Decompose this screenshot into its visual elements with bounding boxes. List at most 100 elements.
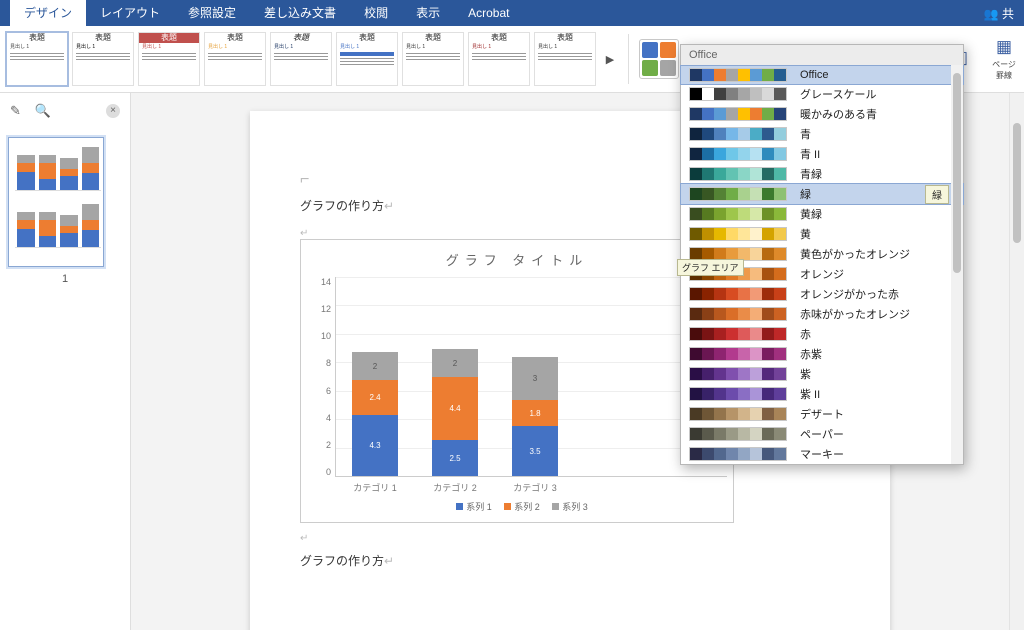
tab-view[interactable]: 表示 xyxy=(402,0,454,26)
vertical-scrollbar[interactable] xyxy=(1009,93,1024,630)
page-thumbnail-1[interactable] xyxy=(8,137,104,267)
tab-references[interactable]: 参照設定 xyxy=(174,0,250,26)
color-swatch-strip xyxy=(689,167,787,181)
color-scheme-label: 暖かみのある青 xyxy=(800,106,955,122)
document-theme-gallery: 表題見出し 1表題見出し 1表題見出し 1表題見出し 1表題見出し 1表題見出し… xyxy=(6,32,596,86)
color-scheme-option[interactable]: 紫 xyxy=(681,364,963,384)
dropdown-section-header: Office xyxy=(681,45,963,66)
chart-title[interactable]: グラフ タイトル xyxy=(307,250,727,269)
color-scheme-label: ペーパー xyxy=(800,426,955,442)
theme-gallery-item[interactable]: 表題見出し 1 xyxy=(468,32,530,86)
mini-chart-icon xyxy=(15,144,101,191)
gallery-more-button[interactable]: ▶ xyxy=(602,32,618,86)
theme-gallery-item[interactable]: 表題見出し 1 xyxy=(6,32,68,86)
page-border-button[interactable]: ▦ ページ 罫線 xyxy=(990,37,1018,81)
theme-gallery-item[interactable]: 表題見出し 1 xyxy=(204,32,266,86)
theme-gallery-item[interactable]: 表題見出し 1 xyxy=(270,32,332,86)
color-swatch-strip xyxy=(689,447,787,461)
color-swatch-strip xyxy=(689,347,787,361)
color-scheme-label: 黄 xyxy=(800,226,955,242)
color-swatch-icon xyxy=(660,42,676,58)
share-button[interactable]: 👥 共 xyxy=(974,5,1024,22)
theme-gallery-item[interactable]: 表題見出し 1 xyxy=(138,32,200,86)
color-swatch-icon xyxy=(642,60,658,76)
color-scheme-label: オレンジ xyxy=(800,266,955,282)
chart-bar[interactable]: 31.83.5 xyxy=(512,357,558,476)
chart-bar[interactable]: 24.42.5 xyxy=(432,349,478,476)
color-scheme-option[interactable]: 青 II xyxy=(681,144,963,164)
color-swatch-icon xyxy=(660,60,676,76)
chart-bars: 22.44.3 24.42.5 31.83.5 xyxy=(335,277,727,477)
share-label: 共 xyxy=(1002,7,1014,21)
color-scheme-label: デザート xyxy=(800,406,955,422)
color-swatch-strip xyxy=(689,327,787,341)
mini-chart-icon xyxy=(15,201,101,248)
color-swatch-strip xyxy=(689,387,787,401)
color-scheme-option[interactable]: ペーパー xyxy=(681,424,963,444)
theme-colors-button[interactable] xyxy=(639,39,679,79)
color-scheme-option[interactable]: デザート xyxy=(681,404,963,424)
chart-bar[interactable]: 22.44.3 xyxy=(352,352,398,476)
color-swatch-strip xyxy=(689,147,787,161)
color-scheme-option[interactable]: 黄緑 xyxy=(681,204,963,224)
color-scheme-option[interactable]: 紫 II xyxy=(681,384,963,404)
theme-gallery-item[interactable]: 表題見出し 1 xyxy=(72,32,134,86)
color-scheme-label: 青 xyxy=(800,126,955,142)
color-swatch-strip xyxy=(689,68,787,82)
color-scheme-option[interactable]: 赤 xyxy=(681,324,963,344)
chart-legend: 系列 1 系列 2 系列 3 xyxy=(307,500,727,513)
dropdown-scrollbar[interactable] xyxy=(951,65,963,464)
color-scheme-label: 赤味がかったオレンジ xyxy=(800,306,955,322)
color-scheme-label: グレースケール xyxy=(800,86,955,102)
tab-review[interactable]: 校閲 xyxy=(350,0,402,26)
color-swatch-strip xyxy=(689,107,787,121)
color-swatch-strip xyxy=(689,187,787,201)
color-scheme-option[interactable]: 緑緑 xyxy=(681,184,963,204)
page-border-icon: ▦ xyxy=(990,37,1018,57)
theme-gallery-item[interactable]: 表題見出し 1 xyxy=(336,32,398,86)
color-scheme-option[interactable]: グレースケール xyxy=(681,84,963,104)
color-scheme-label: 赤紫 xyxy=(800,346,955,362)
tab-mailings[interactable]: 差し込み文書 xyxy=(250,0,350,26)
scrollbar-thumb[interactable] xyxy=(953,73,961,273)
theme-gallery-item[interactable]: 表題見出し 1 xyxy=(402,32,464,86)
close-icon[interactable]: × xyxy=(106,104,120,118)
color-scheme-option[interactable]: 暖かみのある青 xyxy=(681,104,963,124)
color-scheme-label: 黄色がかったオレンジ xyxy=(800,246,955,262)
color-scheme-option[interactable]: マーキー xyxy=(681,444,963,464)
color-scheme-label: 紫 II xyxy=(800,386,955,402)
color-swatch-icon xyxy=(642,42,658,58)
color-scheme-option[interactable]: 黄 xyxy=(681,224,963,244)
page-border-label: ページ 罫線 xyxy=(992,60,1016,80)
color-scheme-label: Office xyxy=(800,69,955,81)
color-scheme-label: マーキー xyxy=(800,446,955,462)
tab-layout[interactable]: レイアウト xyxy=(86,0,174,26)
crop-mark-icon: ⌐ xyxy=(300,171,309,188)
tooltip: 緑 xyxy=(925,185,949,204)
color-scheme-option[interactable]: 赤味がかったオレンジ xyxy=(681,304,963,324)
color-scheme-option[interactable]: 青緑 xyxy=(681,164,963,184)
color-swatch-strip xyxy=(689,127,787,141)
edit-icon[interactable]: ✎ xyxy=(10,103,21,119)
color-scheme-option[interactable]: Office xyxy=(681,66,963,84)
document-heading-2[interactable]: グラフの作り方↵ xyxy=(300,552,840,569)
color-scheme-label: 黄緑 xyxy=(800,206,955,222)
color-scheme-label: 青緑 xyxy=(800,166,955,182)
color-swatch-strip xyxy=(689,287,787,301)
color-scheme-option[interactable]: 赤紫 xyxy=(681,344,963,364)
color-scheme-option[interactable]: 青 xyxy=(681,124,963,144)
scrollbar-thumb[interactable] xyxy=(1013,123,1021,243)
paragraph-mark: ↵ xyxy=(300,533,840,544)
tab-acrobat[interactable]: Acrobat xyxy=(454,0,523,26)
page-thumbnails: 1 xyxy=(0,129,130,293)
nav-toolbar: ✎ 🔍 × xyxy=(0,93,130,129)
color-scheme-label: 青 II xyxy=(800,146,955,162)
tab-design[interactable]: デザイン xyxy=(10,0,86,26)
color-swatch-strip xyxy=(689,367,787,381)
theme-gallery-item[interactable]: 表題見出し 1 xyxy=(534,32,596,86)
search-icon[interactable]: 🔍 xyxy=(35,103,51,119)
chart-object[interactable]: グラフ タイトル 02468101214 22.44.324.42.531.83… xyxy=(300,239,734,523)
color-scheme-label: オレンジがかった赤 xyxy=(800,286,955,302)
color-scheme-label: 紫 xyxy=(800,366,955,382)
color-scheme-option[interactable]: オレンジがかった赤 xyxy=(681,284,963,304)
